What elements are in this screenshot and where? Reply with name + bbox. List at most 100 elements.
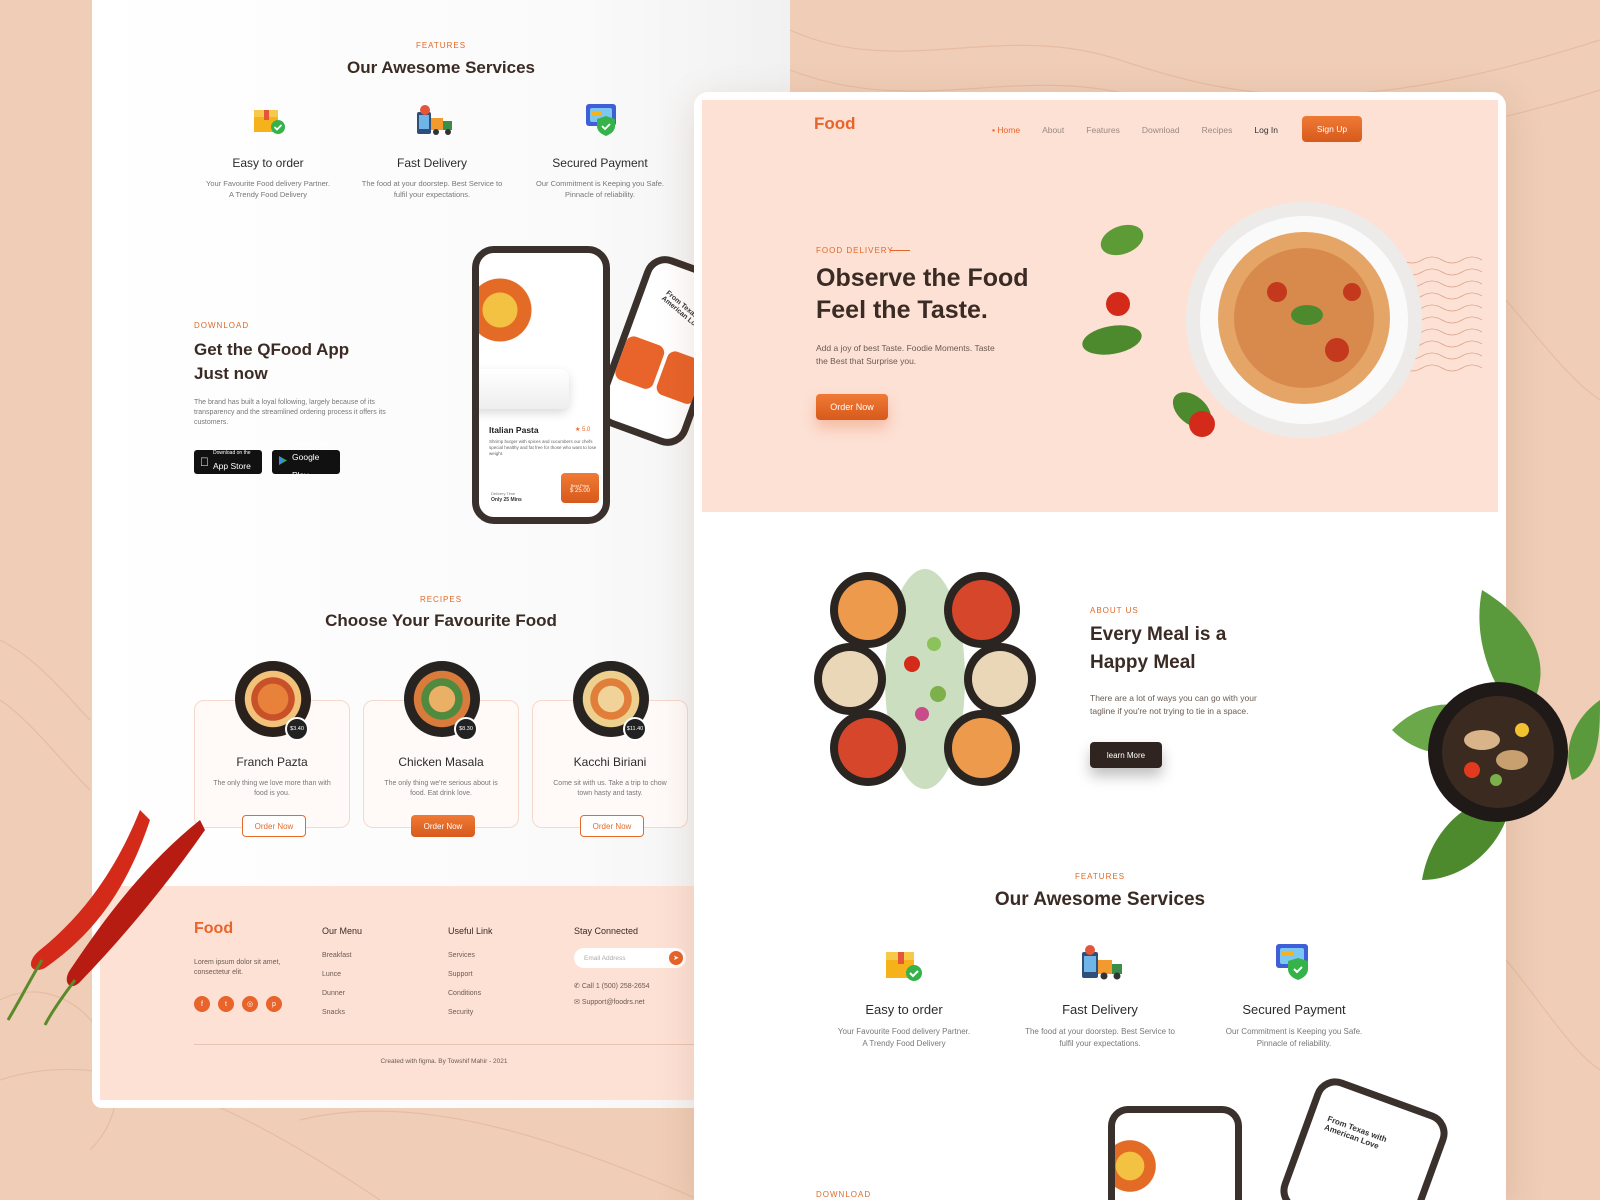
login-link[interactable]: Log In [1254, 125, 1278, 135]
recipes-title: Choose Your Favourite Food [325, 611, 557, 630]
instagram-icon[interactable]: ◎ [242, 996, 258, 1012]
google-play-button[interactable]: Download from Google Play [272, 441, 340, 480]
food-card: $8.30 Chicken Masala The only thing we'r… [363, 661, 519, 837]
email-placeholder: Email Address [584, 954, 626, 962]
hero-label: FOOD DELIVERY [816, 246, 894, 255]
food-desc: The only thing we're serious about is fo… [384, 780, 498, 797]
food-name: Franch Pazta [236, 755, 308, 769]
chili-peppers-image [6, 810, 205, 1026]
service-desc: Your Favourite Food delivery Partner. [837, 1027, 971, 1036]
service-title: Fast Delivery [1062, 1002, 1138, 1017]
app-store-label: App Store [204, 461, 251, 471]
spices-bowls-image [814, 569, 1036, 789]
features-title: Our Awesome Services [346, 58, 536, 77]
footer-menu-link[interactable]: Dunner [322, 990, 345, 997]
footer-divider [194, 1044, 694, 1045]
pasta-swirl-image [479, 255, 555, 365]
phone-card-title: From Texas with American Love [1323, 1114, 1389, 1151]
signup-button[interactable]: Sign Up [1302, 116, 1362, 142]
mail-icon: ✉ [574, 999, 582, 1006]
app-store-button[interactable]:  Download on the App Store [194, 450, 262, 474]
site-logo[interactable]: Food [814, 114, 856, 134]
footer-useful-link[interactable]: Conditions [448, 990, 481, 997]
footer-menu-title: Our Menu [322, 926, 363, 936]
service-desc: A Trendy Food Delivery [229, 190, 307, 199]
nav-item-about[interactable]: About [1042, 125, 1064, 135]
service-desc: The food at your doorstep. Best Service … [1025, 1027, 1175, 1036]
pinterest-icon[interactable]: p [266, 996, 282, 1012]
footer-useful-link[interactable]: Support [448, 971, 473, 978]
service-title: Secured Payment [1242, 1002, 1346, 1017]
download-label: DOWNLOAD [194, 321, 250, 330]
download-title-line1: Get the QFood App [194, 340, 350, 359]
twitter-icon[interactable]: t [218, 996, 234, 1012]
service-desc: fulfil your expectations. [393, 190, 471, 199]
footer-links-title: Useful Link [448, 926, 493, 936]
delivery-truck-icon [415, 104, 455, 143]
hero-section: Food ▪ Home About Features Download Reci… [702, 100, 1498, 512]
footer-copyright: Created with figma. By Towshif Mahir - 2… [380, 1058, 508, 1065]
price-badge: $11.40 [623, 717, 647, 741]
nav-item-features[interactable]: Features [1086, 125, 1120, 135]
box-check-icon [252, 104, 286, 141]
hero-label-line [890, 250, 910, 251]
phone-rating: ★ 5.0 [575, 427, 591, 433]
about-label: ABOUT US [1090, 606, 1139, 615]
service-title: Easy to order [232, 156, 304, 170]
download-label: DOWNLOAD [816, 1190, 872, 1199]
footer-connect-title: Stay Connected [574, 926, 639, 936]
hero-title-line2: Feel the Taste. [816, 296, 988, 324]
hero-desc-line1: Add a joy of best Taste. Foodie Moments.… [816, 343, 995, 353]
footer-useful-link[interactable]: Security [448, 1009, 473, 1016]
nav-item-home[interactable]: ▪ Home [992, 125, 1020, 135]
about-desc-line2: tagline if you're not trying to tie in a… [1090, 706, 1249, 716]
phone-price-button[interactable]: Best Price $ 25.00 [561, 473, 599, 503]
salad-bowl-image [1392, 590, 1600, 880]
food-card: $11.40 Kacchi Biriani Come sit with us. … [532, 661, 688, 837]
learn-more-button[interactable]: learn More [1090, 742, 1162, 768]
footer-menu-link[interactable]: Snacks [322, 1009, 345, 1016]
about-desc-line1: There are a lot of ways you can go with … [1090, 693, 1257, 703]
phone-price: $ 25.00 [569, 487, 591, 494]
newsletter-email-field[interactable]: Email Address ➤ [574, 948, 686, 968]
phone-icon: ✆ [574, 983, 582, 990]
salad-plate-image [479, 369, 569, 409]
nav-item-recipes[interactable]: Recipes [1202, 125, 1233, 135]
service-desc: The food at your doorstep. Best Service … [361, 179, 503, 188]
service-desc: Pinnacle of reliability. [1256, 1039, 1332, 1048]
hero-desc-line2: the Best that Surprise you. [816, 356, 917, 366]
food-name: Kacchi Biriani [573, 755, 647, 769]
order-now-button[interactable]: Order Now [242, 815, 306, 837]
order-now-button[interactable]: Order Now [580, 815, 644, 837]
phone-dish-name: Italian Pasta [489, 425, 539, 435]
service-desc: Our Commitment is Keeping you Safe. [536, 179, 664, 188]
app-store-small: Download on the [204, 450, 251, 456]
order-now-button[interactable]: Order Now [411, 815, 475, 837]
nav-item-download[interactable]: Download [1142, 125, 1180, 135]
footer-menu-link[interactable]: Lunce [322, 971, 341, 978]
food-card: $3.40 Franch Pazta The only thing we lov… [194, 661, 350, 837]
delivery-truck-icon [1080, 944, 1124, 987]
phone-mockup-main [1108, 1106, 1242, 1200]
footer-menu-link[interactable]: Breakfast [322, 952, 352, 959]
service-title: Easy to order [865, 1002, 943, 1017]
price-badge: $8.30 [454, 717, 478, 741]
google-play-small: Download from [292, 441, 326, 447]
send-icon[interactable]: ➤ [669, 951, 683, 965]
download-desc: The brand has built a loyal following, l… [194, 399, 386, 426]
pasta-plate-image [1082, 202, 1483, 438]
download-title-line2: Just now [194, 364, 268, 383]
hero-order-button[interactable]: Order Now [816, 394, 888, 420]
about-title-line2: Happy Meal [1090, 652, 1196, 673]
footer-phone-number: Call 1 (500) 258-2654 [581, 983, 650, 990]
service-desc: Pinnacle of reliability. [565, 190, 635, 199]
footer-useful-link[interactable]: Services [448, 952, 475, 959]
footer-email-address: Support@foodrs.net [581, 999, 645, 1006]
food-desc: The only thing we love more than with fo… [213, 780, 331, 797]
service-desc: Your Favourite Food delivery Partner. [206, 179, 330, 188]
phone-delivery-time: Only 25 Mins [491, 497, 522, 503]
footer-email: ✉ Support@foodrs.net [574, 998, 645, 1006]
secure-card-icon [1274, 942, 1316, 987]
food-name: Chicken Masala [398, 755, 484, 769]
phone-mockup-main: Italian Pasta ★ 5.0 Shrimp burger with s… [472, 246, 610, 524]
